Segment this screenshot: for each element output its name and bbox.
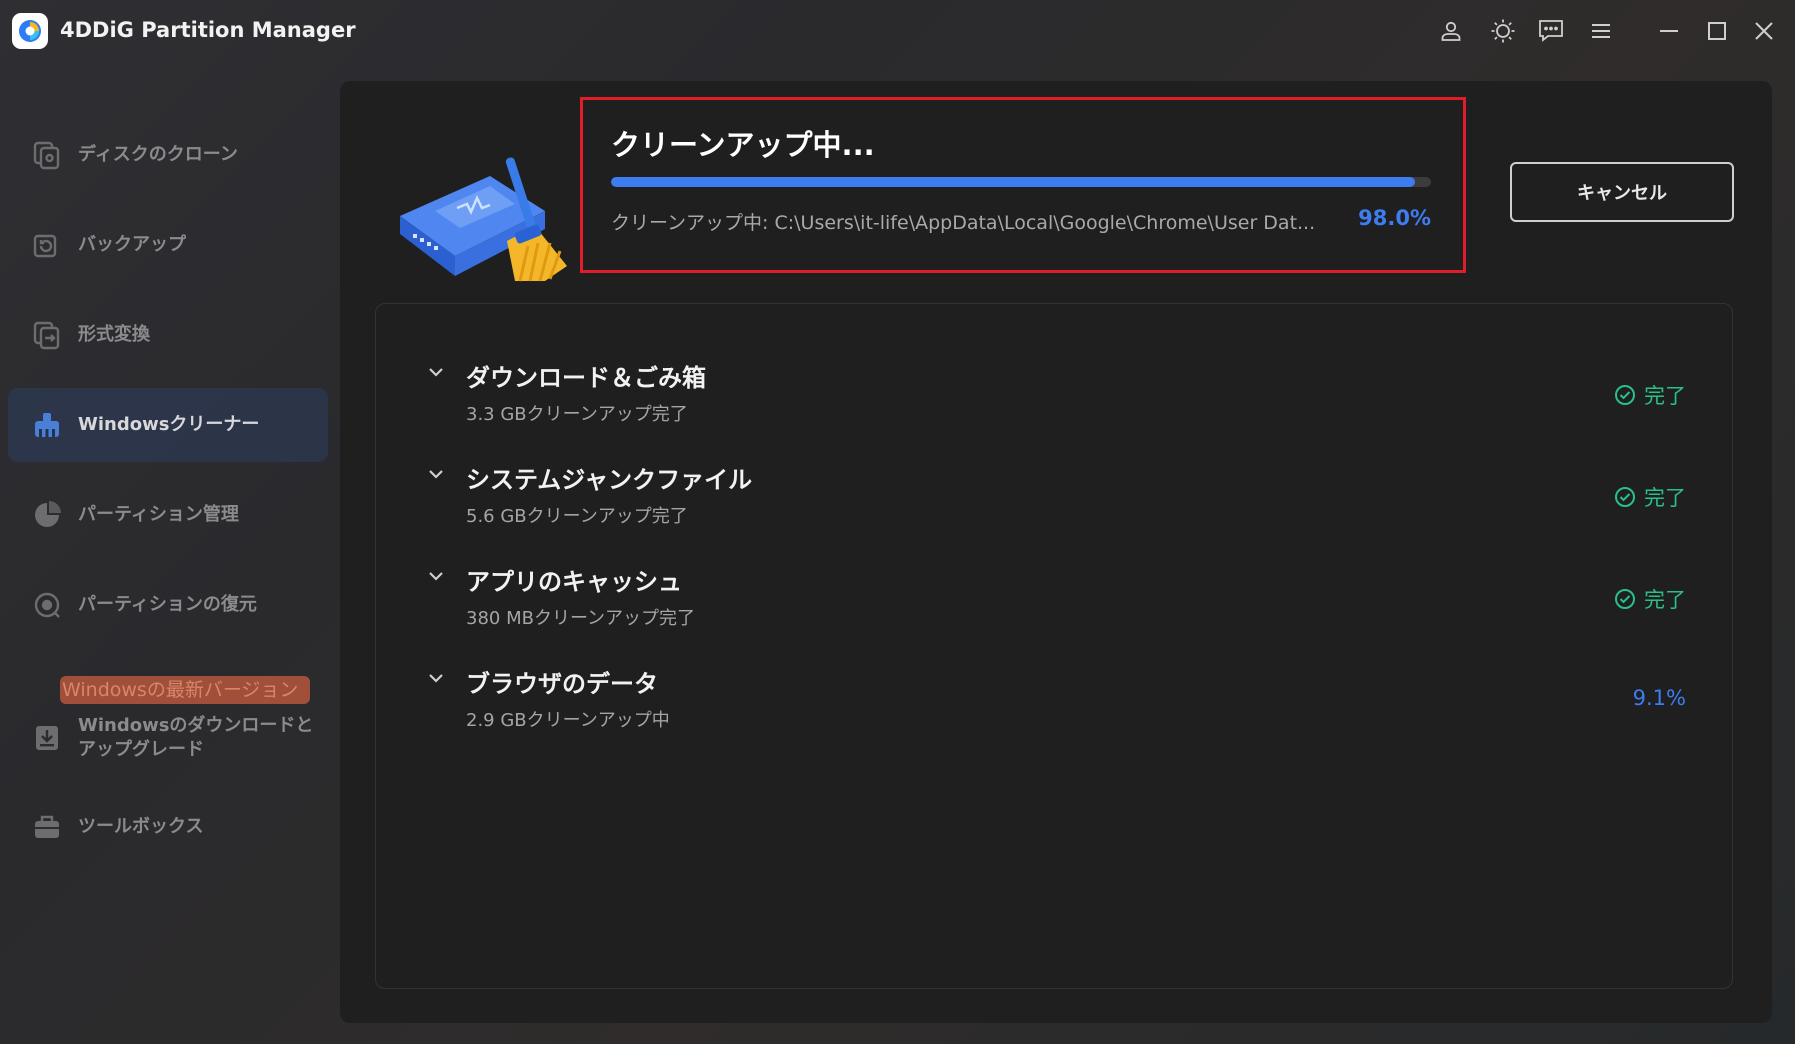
check-circle-icon: [1615, 385, 1635, 405]
category-title: アプリのキャッシュ: [466, 568, 682, 596]
cleaner-icon: [30, 408, 64, 442]
cancel-button[interactable]: キャンセル: [1510, 162, 1734, 222]
check-circle-icon: [1615, 487, 1635, 507]
sidebar-item-toolbox[interactable]: ツールボックス: [8, 790, 328, 864]
chevron-down-icon[interactable]: [426, 464, 446, 484]
category-subtitle: 3.3 GBクリーンアップ完了: [466, 404, 688, 425]
progress-title: クリーンアップ中...: [611, 128, 875, 162]
chevron-down-icon[interactable]: [426, 566, 446, 586]
progress-bar: [611, 177, 1431, 187]
category-title: ダウンロード＆ごみ箱: [466, 364, 706, 392]
sidebar-item-backup[interactable]: バックアップ: [8, 208, 328, 282]
toolbox-icon: [30, 810, 64, 844]
feedback-icon[interactable]: [1534, 14, 1568, 48]
account-icon[interactable]: [1434, 14, 1468, 48]
sidebar-item-format-convert[interactable]: 形式変換: [8, 298, 328, 372]
category-title: システムジャンクファイル: [466, 466, 753, 494]
status-complete: 完了: [1614, 380, 1686, 410]
cleanup-progress-box: クリーンアップ中... クリーンアップ中: C:\Users\it-life\A…: [580, 97, 1466, 273]
pie-chart-icon: [30, 498, 64, 532]
category-title: ブラウザのデータ: [466, 670, 658, 698]
app-title: 4DDiG Partition Manager: [60, 18, 356, 42]
chevron-down-icon[interactable]: [426, 362, 446, 382]
sidebar-item-label: バックアップ: [78, 234, 186, 255]
main-panel: クリーンアップ中... クリーンアップ中: C:\Users\it-life\A…: [340, 81, 1772, 1023]
status-text: 完了: [1644, 588, 1686, 612]
format-convert-icon: [30, 318, 64, 352]
status-text: 9.1%: [1632, 686, 1686, 710]
category-subtitle: 380 MBクリーンアップ完了: [466, 608, 696, 629]
progress-bar-fill: [611, 177, 1415, 187]
sidebar-item-label: Windowsクリーナー: [78, 414, 260, 435]
chevron-down-icon[interactable]: [426, 668, 446, 688]
current-file-path: クリーンアップ中: C:\Users\it-life\AppData\Local…: [611, 212, 1316, 234]
list-item[interactable]: システムジャンクファイル 5.6 GBクリーンアップ完了 完了: [376, 442, 1734, 542]
status-complete: 完了: [1614, 482, 1686, 512]
sidebar-item-label: パーティションの復元: [78, 594, 257, 615]
theme-sun-icon[interactable]: [1486, 14, 1520, 48]
list-item[interactable]: ダウンロード＆ごみ箱 3.3 GBクリーンアップ完了 完了: [376, 340, 1734, 440]
sidebar-item-partition-recovery[interactable]: パーティションの復元: [8, 568, 328, 642]
app-window: 4DDiG Partition Manager ディスクのクローン バックアップ…: [0, 0, 1795, 1044]
backup-icon: [30, 228, 64, 262]
sidebar-item-disk-clone[interactable]: ディスクのクローン: [8, 118, 328, 192]
cleanup-category-list: ダウンロード＆ごみ箱 3.3 GBクリーンアップ完了 完了 システムジャンクファ…: [375, 303, 1733, 989]
status-text: 完了: [1644, 384, 1686, 408]
sidebar-item-label: ディスクのクローン: [78, 144, 238, 165]
progress-percent: 98.0%: [1358, 206, 1431, 230]
sidebar: ディスクのクローン バックアップ 形式変換 Windowsクリーナー パーティシ…: [0, 70, 335, 1040]
partition-recovery-icon: [30, 588, 64, 622]
sidebar-item-label: ツールボックス: [78, 816, 204, 837]
status-complete: 完了: [1614, 584, 1686, 614]
sidebar-item-label: Windowsのダウンロードとアップグレード: [78, 715, 314, 760]
title-bar: 4DDiG Partition Manager: [0, 0, 1795, 62]
menu-icon[interactable]: [1584, 14, 1618, 48]
close-icon[interactable]: [1747, 14, 1781, 48]
status-text: 完了: [1644, 486, 1686, 510]
disk-clone-icon: [30, 138, 64, 172]
sidebar-item-windows-cleaner[interactable]: Windowsクリーナー: [8, 388, 328, 462]
category-subtitle: 2.9 GBクリーンアップ中: [466, 710, 670, 731]
sidebar-item-partition-manage[interactable]: パーティション管理: [8, 478, 328, 552]
windows-download-icon: [30, 721, 64, 755]
sidebar-item-label: 形式変換: [78, 324, 150, 345]
minimize-icon[interactable]: [1652, 14, 1686, 48]
app-logo-icon: [12, 13, 48, 49]
list-item[interactable]: アプリのキャッシュ 380 MBクリーンアップ完了 完了: [376, 544, 1734, 644]
sidebar-item-windows-download[interactable]: Windowsのダウンロードとアップグレード: [8, 698, 328, 778]
list-item[interactable]: ブラウザのデータ 2.9 GBクリーンアップ中 9.1%: [376, 646, 1734, 746]
check-circle-icon: [1615, 589, 1635, 609]
maximize-icon[interactable]: [1700, 14, 1734, 48]
disk-cleaning-illustration: [395, 136, 575, 286]
sidebar-item-label: パーティション管理: [78, 504, 239, 525]
category-subtitle: 5.6 GBクリーンアップ完了: [466, 506, 688, 527]
status-progress: 9.1%: [1633, 686, 1686, 710]
